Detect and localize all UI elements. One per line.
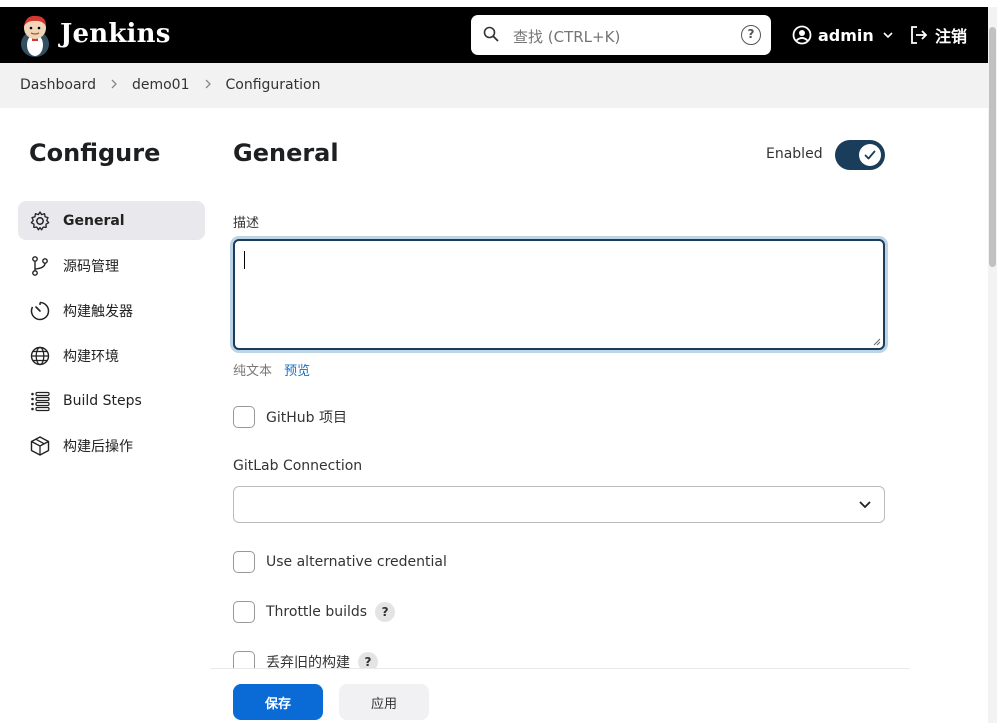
search-box[interactable]: 查找 (CTRL+K) ? xyxy=(471,15,771,55)
breadcrumb-bar: Dashboard demo01 Configuration xyxy=(0,63,988,108)
throttle-builds-label[interactable]: Throttle builds xyxy=(266,604,367,620)
description-label: 描述 xyxy=(233,216,260,231)
user-menu[interactable]: admin xyxy=(792,23,900,47)
enabled-label: Enabled xyxy=(766,146,823,162)
sidebar-item-post-build-actions[interactable]: 构建后操作 xyxy=(18,426,205,465)
top-bar: Jenkins 查找 (CTRL+K) ? admin 注销 xyxy=(0,7,988,63)
search-help-icon[interactable]: ? xyxy=(741,25,761,45)
sidebar-item-label: Build Steps xyxy=(63,392,142,409)
breadcrumb-dashboard[interactable]: Dashboard xyxy=(20,77,96,93)
gitlab-connection-select[interactable] xyxy=(233,486,885,523)
logout-label: 注销 xyxy=(935,27,968,46)
sidebar-item-build-triggers[interactable]: 构建触发器 xyxy=(18,291,205,330)
sidebar-item-label: 构建后操作 xyxy=(63,438,133,455)
save-button[interactable]: 保存 xyxy=(233,684,323,720)
timer-icon xyxy=(29,300,51,322)
scrollbar-thumb[interactable] xyxy=(989,27,996,267)
alt-credential-label[interactable]: Use alternative credential xyxy=(266,554,447,570)
throttle-builds-checkbox[interactable] xyxy=(233,601,255,623)
package-icon xyxy=(29,435,51,457)
brand-name[interactable]: Jenkins xyxy=(60,19,171,49)
sidebar-item-build-steps[interactable]: Build Steps xyxy=(18,381,205,420)
sidebar-item-label: 源码管理 xyxy=(63,258,119,275)
text-caret xyxy=(244,251,245,269)
breadcrumb: Dashboard demo01 Configuration xyxy=(20,77,320,93)
chevron-right-icon xyxy=(110,77,118,93)
throttle-builds-row: Throttle builds ? xyxy=(233,601,396,623)
breadcrumb-configuration[interactable]: Configuration xyxy=(226,77,321,93)
jenkins-logo-icon[interactable] xyxy=(18,14,52,58)
sidebar-item-source-control[interactable]: 源码管理 xyxy=(18,246,205,285)
sidebar-item-label: 构建触发器 xyxy=(63,303,133,320)
check-icon xyxy=(859,144,881,166)
chevron-right-icon xyxy=(204,77,212,93)
sidebar-item-general[interactable]: General xyxy=(18,201,205,240)
chevron-down-icon xyxy=(859,501,871,509)
gear-icon xyxy=(29,210,51,232)
apply-button[interactable]: 应用 xyxy=(339,684,429,720)
branch-icon xyxy=(29,255,51,277)
github-project-checkbox[interactable] xyxy=(233,406,255,428)
breadcrumb-demo01[interactable]: demo01 xyxy=(132,77,190,93)
sidebar-item-label: General xyxy=(63,212,125,229)
globe-icon xyxy=(29,345,51,367)
description-format: 纯文本 预览 xyxy=(233,360,310,379)
help-icon[interactable]: ? xyxy=(375,602,396,622)
user-name: admin xyxy=(818,25,874,45)
alt-credential-checkbox[interactable] xyxy=(233,551,255,573)
bottom-action-bar: 保存 应用 xyxy=(0,669,988,723)
chevron-down-icon xyxy=(883,32,893,39)
github-project-label[interactable]: GitHub 项目 xyxy=(266,407,347,427)
search-input[interactable]: 查找 (CTRL+K) xyxy=(513,26,620,47)
list-icon xyxy=(29,390,51,412)
search-icon xyxy=(483,26,499,46)
description-textarea[interactable] xyxy=(233,239,885,350)
preview-link[interactable]: 预览 xyxy=(284,364,310,379)
enabled-toggle[interactable] xyxy=(835,140,885,170)
github-project-row: GitHub 项目 xyxy=(233,406,347,428)
section-title: General xyxy=(233,139,339,167)
sidebar-item-build-environment[interactable]: 构建环境 xyxy=(18,336,205,375)
resize-handle-icon[interactable] xyxy=(873,338,881,346)
sidebar-nav: General 源码管理 构建触发器 构建环境 Build Steps 构建后操… xyxy=(18,201,205,471)
logout-icon xyxy=(911,26,928,44)
user-avatar-icon xyxy=(792,25,812,45)
alt-credential-row: Use alternative credential xyxy=(233,551,447,573)
logout-button[interactable]: 注销 xyxy=(909,23,967,47)
gitlab-connection-label: GitLab Connection xyxy=(233,458,363,474)
page-scrollbar[interactable] xyxy=(988,7,997,723)
sidebar-item-label: 构建环境 xyxy=(63,348,119,365)
plain-text-label: 纯文本 xyxy=(233,364,273,379)
sidebar-title: Configure xyxy=(29,139,161,167)
